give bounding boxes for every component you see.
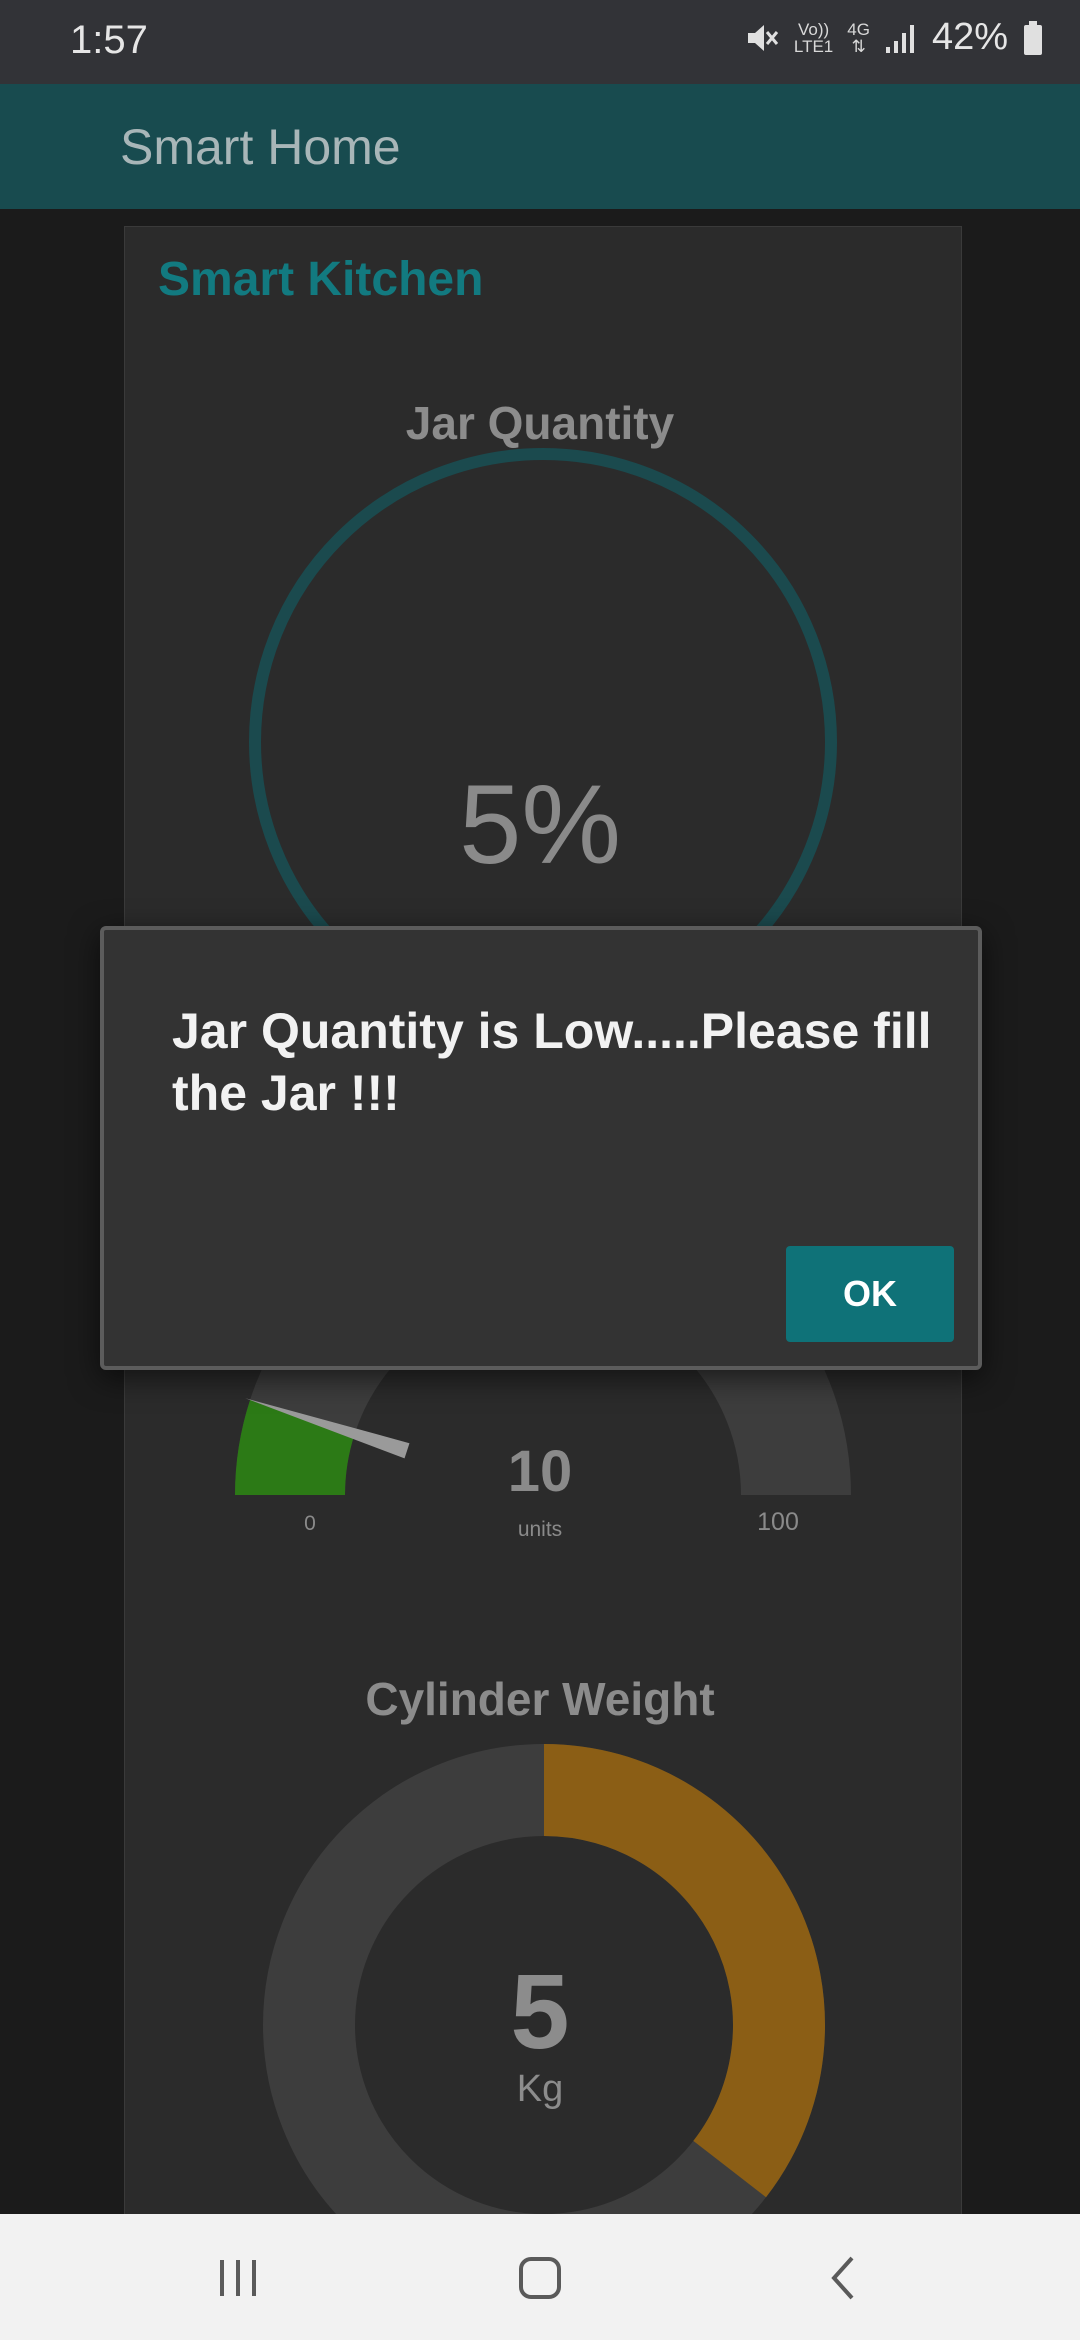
recent-apps-icon[interactable] bbox=[203, 2250, 273, 2306]
jar-quantity-value: 5% bbox=[459, 762, 621, 887]
back-icon[interactable] bbox=[808, 2250, 878, 2306]
cylinder-weight-value: 5 bbox=[510, 1953, 570, 2071]
cylinder-weight-unit: Kg bbox=[516, 2068, 564, 2110]
ok-button[interactable]: OK bbox=[786, 1246, 954, 1342]
jar-quantity-title: Jar Quantity bbox=[405, 397, 675, 449]
units-gauge-value: 10 bbox=[507, 1439, 573, 1504]
units-gauge-unit: units bbox=[517, 1518, 563, 1541]
home-icon[interactable] bbox=[505, 2250, 575, 2306]
navigation-bar bbox=[0, 2214, 1080, 2340]
units-gauge-min-label: 0 bbox=[304, 1512, 316, 1535]
units-gauge-max-label: 100 bbox=[757, 1508, 799, 1536]
low-jar-alert-dialog: Jar Quantity is Low.....Please fill the … bbox=[100, 926, 982, 1370]
dialog-message: Jar Quantity is Low.....Please fill the … bbox=[172, 1003, 932, 1121]
cylinder-weight-title: Cylinder Weight bbox=[365, 1673, 715, 1725]
